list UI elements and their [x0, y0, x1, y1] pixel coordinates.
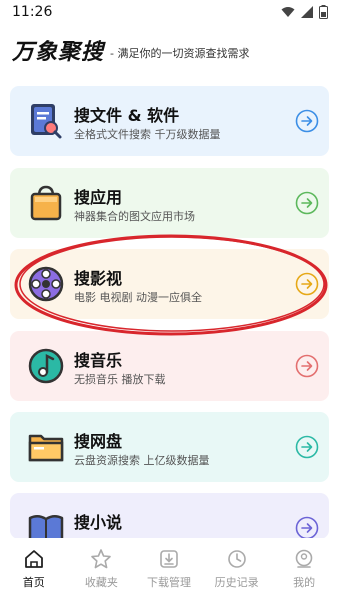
download-icon: [160, 550, 178, 568]
tab-label: 收藏夹: [84, 576, 118, 589]
battery-icon: [319, 5, 328, 19]
shopping-bag-icon: [26, 183, 66, 223]
card-title: 搜小说: [74, 513, 123, 532]
card-description: 神器集合的图文应用市场: [74, 210, 195, 223]
arrow-right-icon[interactable]: [295, 191, 319, 215]
music-note-icon: [26, 346, 66, 386]
document-search-icon: [26, 101, 66, 141]
tab-label: 历史记录: [214, 576, 259, 589]
tab-label: 首页: [22, 576, 45, 589]
arrow-right-icon[interactable]: [295, 272, 319, 296]
tab-profile[interactable]: 我的: [271, 548, 337, 590]
status-icons: [281, 5, 328, 19]
search-files-card[interactable]: 搜文件 & 软件 全格式文件搜索 千万级数据量: [10, 86, 329, 156]
card-title: 搜应用: [74, 188, 123, 207]
home-icon: [24, 550, 43, 568]
card-description: 电影 电视剧 动漫一应俱全: [74, 291, 202, 304]
tab-downloads[interactable]: 下载管理: [136, 548, 202, 590]
app-header: 万象聚搜 - 满足你的一切资源查找需求: [12, 34, 332, 66]
profile-icon: [295, 549, 313, 568]
status-time: 11:26: [12, 4, 53, 20]
card-title: 搜文件 & 软件: [74, 106, 180, 125]
search-movies-card[interactable]: 搜影视 电影 电视剧 动漫一应俱全: [10, 249, 329, 319]
app-title: 万象聚搜: [12, 39, 105, 65]
search-cloud-drive-card[interactable]: 搜网盘 云盘资源搜索 上亿级数据量: [10, 412, 329, 482]
app-slogan: - 满足你的一切资源查找需求: [110, 47, 250, 60]
wifi-icon: [281, 7, 295, 17]
search-music-card[interactable]: 搜音乐 无损音乐 播放下载: [10, 331, 329, 401]
tab-home[interactable]: 首页: [1, 548, 67, 590]
signal-icon: [301, 6, 313, 18]
tab-history[interactable]: 历史记录: [204, 548, 270, 590]
card-title: 搜网盘: [74, 432, 123, 451]
search-novels-card[interactable]: 搜小说: [10, 493, 329, 545]
card-description: 全格式文件搜索 千万级数据量: [74, 128, 221, 141]
tab-label: 我的: [293, 576, 316, 589]
app-screen: 11:26 万象聚搜 - 满足你的一切资源查找需求 搜文件 & 软件 全格式文件…: [0, 0, 338, 600]
card-title: 搜音乐: [74, 351, 123, 370]
arrow-right-icon[interactable]: [295, 516, 319, 540]
arrow-right-icon[interactable]: [295, 354, 319, 378]
status-bar: 11:26: [0, 0, 338, 26]
tab-label: 下载管理: [146, 576, 191, 589]
bottom-tab-bar: 首页 收藏夹 下载管理 历史记录 我的: [0, 538, 338, 600]
film-reel-icon: [26, 264, 66, 304]
card-description: 无损音乐 播放下载: [74, 373, 166, 386]
arrow-right-icon[interactable]: [295, 435, 319, 459]
tab-favorites[interactable]: 收藏夹: [68, 548, 134, 590]
card-description: 云盘资源搜索 上亿级数据量: [74, 454, 210, 467]
search-apps-card[interactable]: 搜应用 神器集合的图文应用市场: [10, 168, 329, 238]
card-title: 搜影视: [74, 269, 123, 288]
history-icon: [227, 550, 246, 568]
folder-icon: [26, 427, 66, 467]
star-icon: [91, 549, 112, 569]
arrow-right-icon[interactable]: [295, 109, 319, 133]
